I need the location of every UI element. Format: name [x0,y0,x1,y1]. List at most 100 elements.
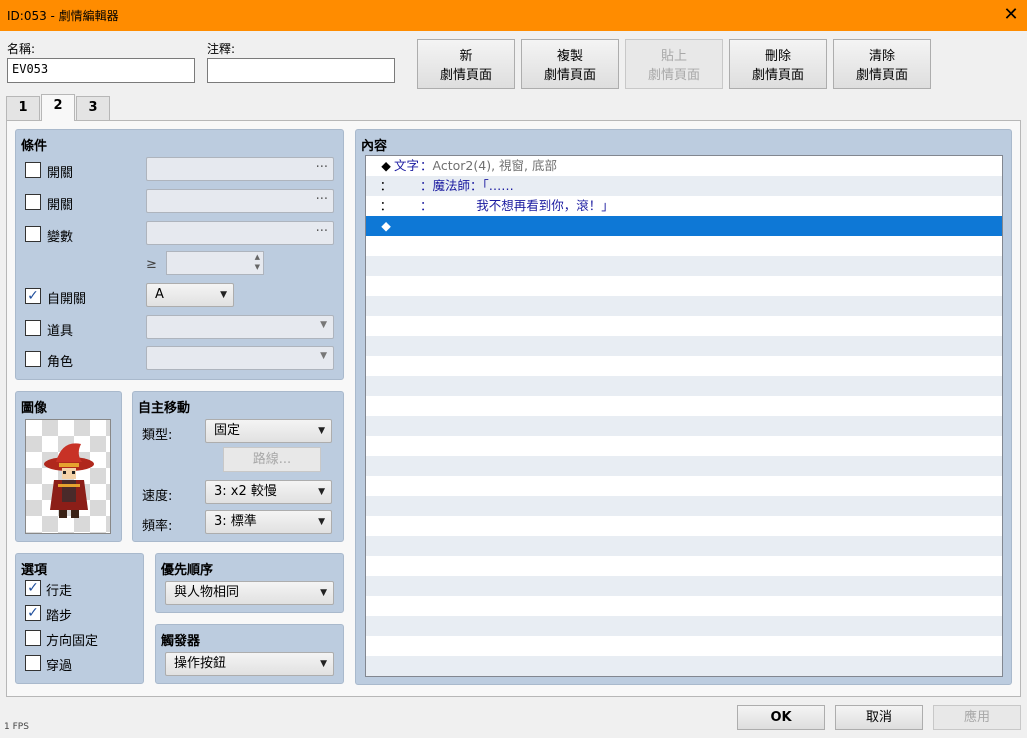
command-row[interactable] [366,616,1002,636]
options-group: 選項 ✓ 行走 ✓ 踏步 方向固定 穿過 [15,553,144,684]
paste-page-line2: 劇情頁面 [647,68,700,83]
command-row[interactable] [366,356,1002,376]
switch2-selector[interactable]: ··· [146,189,334,213]
command-separator: ： [420,158,433,173]
direction-fix-checkbox[interactable] [25,630,41,646]
copy-page-button[interactable]: 複製 劇情頁面 [521,39,619,89]
command-row[interactable]: ： ： 我不想再看到你，滾！」 [366,196,1002,216]
type-label: 類型: [142,428,173,443]
command-row[interactable] [366,316,1002,336]
chevron-down-icon: ▼ [320,320,327,330]
close-icon[interactable]: ✕ [995,0,1027,31]
walking-checkbox[interactable]: ✓ [25,580,41,596]
switch1-checkbox[interactable] [25,162,41,178]
switch1-selector[interactable]: ··· [146,157,334,181]
command-row[interactable] [366,436,1002,456]
command-row[interactable] [366,516,1002,536]
command-row[interactable] [366,596,1002,616]
stepping-label: 踏步 [46,609,73,624]
note-input[interactable] [207,58,395,83]
speed-label: 速度: [142,489,173,504]
command-row[interactable] [366,376,1002,396]
spinner-down-icon[interactable]: ▼ [255,263,260,271]
delete-page-line1: 刪除 [764,49,791,64]
chevron-down-icon: ▼ [320,659,327,669]
new-page-line1: 新 [459,49,473,64]
image-group: 圖像 [15,391,122,542]
self-switch-label: 自開關 [47,292,87,307]
command-row[interactable]: ：：魔法師：「…… [366,176,1002,196]
self-switch-checkbox[interactable]: ✓ [25,288,41,304]
switch2-dots: ··· [315,192,328,207]
frequency-select[interactable]: 3: 標準 ▼ [205,510,332,534]
switch2-label: 開關 [47,198,74,213]
through-checkbox[interactable] [25,655,41,671]
command-mark: ： [379,198,393,213]
priority-select[interactable]: 與人物相同 ▼ [165,581,334,605]
variable-value-spinner[interactable]: ▲ ▼ [166,251,264,275]
frequency-value: 3: 標準 [214,514,257,529]
item-checkbox[interactable] [25,320,41,336]
command-row[interactable] [366,476,1002,496]
event-command-list[interactable]: ◆ 文字：Actor2(4), 視窗, 底部：：魔法師：「……：： 我不想再看到你… [365,155,1003,677]
command-row[interactable] [366,296,1002,316]
window-title: ID:053 - 劇情編輯器 [7,9,119,23]
command-row[interactable] [366,576,1002,596]
chevron-down-icon: ▼ [220,290,227,300]
command-row[interactable]: ◆ 文字：Actor2(4), 視窗, 底部 [366,156,1002,176]
command-row[interactable] [366,256,1002,276]
delete-page-line2: 劇情頁面 [751,68,804,83]
command-row[interactable]: ◆ [366,216,1002,236]
command-separator: ： [420,178,433,193]
command-row[interactable] [366,556,1002,576]
conditions-group: 條件 開關 ··· 開關 ··· 變數 ··· ≥ ▲ ▼ ✓ 自開關 A ▼ … [15,129,344,380]
ge-symbol: ≥ [146,257,157,272]
command-row[interactable] [366,656,1002,676]
options-title: 選項 [21,563,48,578]
trigger-select[interactable]: 操作按鈕 ▼ [165,652,334,676]
command-row[interactable] [366,236,1002,256]
frequency-label: 頻率: [142,519,173,534]
command-text: 魔法師：「…… [432,178,514,193]
switch2-checkbox[interactable] [25,194,41,210]
speed-select[interactable]: 3: x2 較慢 ▼ [205,480,332,504]
switch1-dots: ··· [315,160,328,175]
movement-type-select[interactable]: 固定 ▼ [205,419,332,443]
cancel-button[interactable]: 取消 [835,705,923,730]
command-row[interactable] [366,456,1002,476]
clear-page-button[interactable]: 清除 劇情頁面 [833,39,931,89]
command-mark: ◆ [381,218,391,233]
actor-select[interactable]: ▼ [146,346,334,370]
name-input[interactable]: EV053 [7,58,195,83]
command-row[interactable] [366,396,1002,416]
autonomous-title: 自主移動 [138,401,191,416]
apply-button[interactable]: 應用 [933,705,1021,730]
command-row[interactable] [366,416,1002,436]
actor-checkbox[interactable] [25,351,41,367]
command-row[interactable] [366,536,1002,556]
new-page-button[interactable]: 新 劇情頁面 [417,39,515,89]
speed-value: 3: x2 較慢 [214,484,277,499]
walking-label: 行走 [46,584,73,599]
copy-page-line1: 複製 [556,49,583,64]
stepping-checkbox[interactable]: ✓ [25,605,41,621]
self-switch-select[interactable]: A ▼ [146,283,234,307]
spinner-up-icon[interactable]: ▲ [255,253,260,261]
variable-checkbox[interactable] [25,226,41,242]
command-row[interactable] [366,496,1002,516]
route-button[interactable]: 路線... [223,447,321,472]
delete-page-button[interactable]: 刪除 劇情頁面 [729,39,827,89]
command-row[interactable] [366,276,1002,296]
tab-3[interactable]: 3 [76,96,110,120]
command-row[interactable] [366,336,1002,356]
tab-1[interactable]: 1 [6,96,40,120]
fps-counter: 1 FPS [4,722,29,732]
item-select[interactable]: ▼ [146,315,334,339]
ok-button[interactable]: OK [737,705,825,730]
paste-page-button[interactable]: 貼上 劇情頁面 [625,39,723,89]
tab-2[interactable]: 2 [41,94,75,121]
variable-selector[interactable]: ··· [146,221,334,245]
character-image-preview[interactable] [25,419,111,534]
image-title: 圖像 [21,401,48,416]
command-row[interactable] [366,636,1002,656]
